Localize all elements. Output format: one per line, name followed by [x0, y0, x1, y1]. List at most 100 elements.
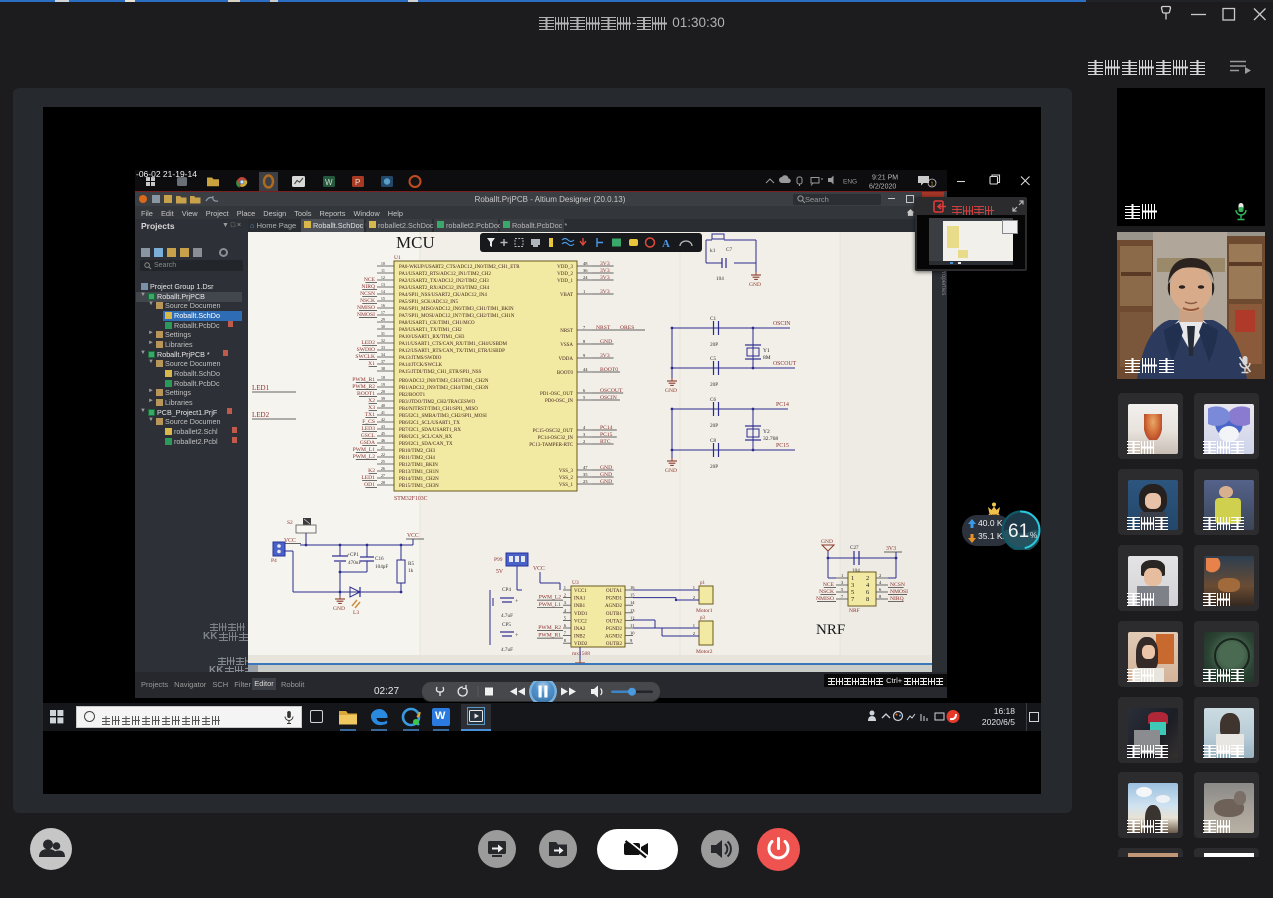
svg-text:PA6/SPI1_MISO/ADC12_IN6/TIM3_C: PA6/SPI1_MISO/ADC12_IN6/TIM3_CH1/TIM1_BK… [399, 307, 514, 312]
svg-text:10: 10 [630, 631, 635, 636]
svg-text:PB15/TIM1_CH3N: PB15/TIM1_CH3N [399, 484, 439, 489]
svg-text:U1: U1 [394, 255, 401, 261]
svg-text:PC14-OSC32_IN: PC14-OSC32_IN [538, 436, 574, 441]
svg-text:GND: GND [821, 539, 833, 545]
svg-text:15: 15 [630, 593, 635, 598]
svg-text:2: 2 [693, 595, 695, 600]
svg-text:PA3/USART2_RX/ADC12_IN3/TIM2_C: PA3/USART2_RX/ADC12_IN3/TIM2_CH4 [399, 286, 490, 291]
svg-text:R5: R5 [408, 561, 414, 567]
svg-text:5V: 5V [496, 569, 504, 575]
svg-text:1k: 1k [408, 568, 414, 574]
svg-text:PWM_L1: PWM_L1 [539, 602, 562, 608]
svg-text:OUTB1: OUTB1 [606, 612, 623, 617]
svg-text:AGND2: AGND2 [605, 604, 622, 609]
svg-text:X2: X2 [368, 398, 375, 404]
svg-text:C6: C6 [710, 397, 716, 403]
svg-text:NSCK: NSCK [360, 298, 375, 304]
svg-text:C16: C16 [375, 556, 384, 562]
svg-text:1: 1 [693, 623, 695, 628]
svg-text:PB4/NJTRST/TIM3_CH1/SPI1_MISO: PB4/NJTRST/TIM3_CH1/SPI1_MISO [399, 407, 478, 412]
svg-text:PA15/JTDI/TIM2_CH1_ETR/SPI1_NS: PA15/JTDI/TIM2_CH1_ETR/SPI1_NSS [399, 370, 482, 375]
svg-text:LED2: LED2 [361, 340, 375, 346]
svg-text:VDDA: VDDA [559, 357, 574, 362]
svg-text:BOOT1: BOOT1 [357, 391, 375, 397]
svg-text:C27: C27 [850, 545, 859, 551]
svg-text:VDD_3: VDD_3 [557, 265, 573, 270]
svg-text:1: 1 [564, 585, 566, 590]
svg-text:PGND2: PGND2 [606, 627, 623, 632]
svg-text:31: 31 [381, 331, 385, 336]
svg-text:C8: C8 [710, 438, 716, 444]
svg-text:PB6/I2C1_SCL/USART1_TX: PB6/I2C1_SCL/USART1_TX [399, 421, 460, 426]
svg-text:20P: 20P [710, 382, 718, 388]
svg-text:PA8/USART1_CK/TIM1_CH1/MCO: PA8/USART1_CK/TIM1_CH1/MCO [399, 321, 475, 326]
svg-text:LED1: LED1 [252, 384, 270, 392]
svg-text:OSCIN: OSCIN [773, 321, 791, 327]
svg-text:VSS_3: VSS_3 [559, 469, 574, 474]
svg-text:p1: p1 [700, 581, 706, 586]
svg-text:PA10/USART1_RX/TIM1_CH3: PA10/USART1_RX/TIM1_CH3 [399, 335, 465, 340]
svg-text:X1: X1 [368, 361, 375, 367]
svg-text:PB12/TIM1_BKIN: PB12/TIM1_BKIN [399, 463, 438, 468]
svg-text:NMOSI: NMOSI [357, 312, 375, 318]
svg-text:PB10/TIM2_CH3: PB10/TIM2_CH3 [399, 449, 436, 454]
svg-text:470uF: 470uF [348, 560, 361, 566]
svg-text:10: 10 [381, 261, 385, 266]
svg-text:6/2/2020: 6/2/2020 [869, 184, 896, 191]
svg-text:NIRQ: NIRQ [361, 284, 375, 290]
svg-text:LED1: LED1 [361, 475, 375, 481]
svg-text:VDD_2: VDD_2 [557, 272, 573, 277]
svg-text:23: 23 [583, 479, 588, 484]
svg-text:Motor1: Motor1 [696, 608, 713, 614]
svg-text:PB3/JTDO/TIM2_CH2/TRACESWO: PB3/JTDO/TIM2_CH2/TRACESWO [399, 400, 476, 405]
svg-text:PA7/SPI1_MOSI/ADC12_IN7/TIM3_C: PA7/SPI1_MOSI/ADC12_IN7/TIM3_CH2/TIM1_CH… [399, 314, 515, 319]
svg-text:3: 3 [851, 582, 854, 589]
svg-text:11: 11 [630, 623, 634, 628]
svg-text:5: 5 [851, 589, 854, 596]
svg-text:S2: S2 [287, 520, 293, 526]
svg-text:NMISO: NMISO [357, 305, 375, 311]
svg-text:PD1-OSC_OUT: PD1-OSC_OUT [540, 392, 573, 397]
svg-text:U3: U3 [572, 580, 579, 586]
svg-text:21: 21 [381, 445, 385, 450]
svg-text:29: 29 [381, 317, 385, 322]
svg-text:INA1: INA1 [574, 597, 586, 602]
svg-text:OUTB2: OUTB2 [606, 642, 623, 647]
svg-text:VDD_1: VDD_1 [557, 279, 573, 284]
svg-text:PC15-OSC32_OUT: PC15-OSC32_OUT [533, 429, 573, 434]
svg-text:NMISO: NMISO [816, 596, 834, 602]
svg-text:18: 18 [381, 375, 385, 380]
svg-text:VBAT: VBAT [560, 293, 573, 298]
svg-text:GND: GND [665, 468, 677, 474]
svg-text:25: 25 [381, 459, 385, 464]
svg-text:2: 2 [866, 575, 869, 582]
svg-text:47: 47 [583, 465, 588, 470]
svg-text:2: 2 [564, 593, 566, 598]
svg-text:22: 22 [381, 452, 385, 457]
svg-text:41: 41 [381, 410, 385, 415]
svg-text:PA2/USART2_TX/ADC12_IN2/TIM2_C: PA2/USART2_TX/ADC12_IN2/TIM2_CH3 [399, 279, 489, 284]
svg-text:NCE: NCE [364, 277, 376, 283]
svg-text:11: 11 [381, 268, 385, 273]
svg-text:P4: P4 [271, 558, 277, 564]
svg-text:PWM_R2: PWM_R2 [538, 625, 561, 631]
svg-text:39: 39 [381, 396, 385, 401]
svg-text:2: 2 [693, 631, 695, 636]
svg-text:NSCK: NSCK [819, 589, 834, 595]
svg-text:38: 38 [381, 366, 385, 371]
svg-text:%: % [1030, 531, 1037, 540]
svg-text:Y1: Y1 [763, 348, 770, 354]
svg-text:PWM_R1: PWM_R1 [538, 633, 561, 639]
svg-text:INB1: INB1 [574, 604, 586, 609]
svg-text:42: 42 [381, 417, 385, 422]
svg-text:PB13/TIM1_CH1N: PB13/TIM1_CH1N [399, 470, 439, 475]
svg-text:104pF: 104pF [375, 564, 388, 570]
svg-text:2: 2 [879, 573, 881, 578]
svg-text:MCU: MCU [396, 233, 435, 252]
svg-text:PGND1: PGND1 [606, 597, 623, 602]
svg-text:P: P [355, 178, 360, 187]
svg-text:GND: GND [333, 606, 345, 612]
svg-text:CP5: CP5 [502, 622, 511, 628]
svg-text:40: 40 [381, 403, 385, 408]
svg-text:PB5/I2C1_SMBA/TIM3_CH2/SPI1_MO: PB5/I2C1_SMBA/TIM3_CH2/SPI1_MOSI [399, 414, 487, 419]
